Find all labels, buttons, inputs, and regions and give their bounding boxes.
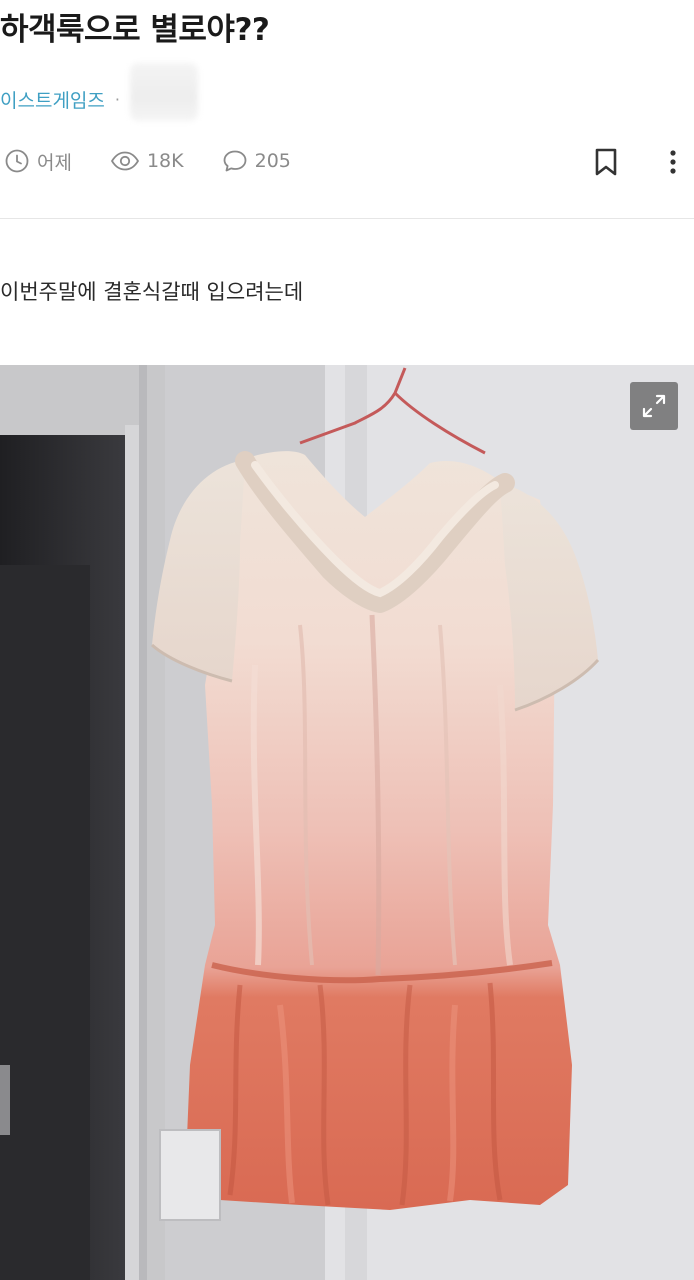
post-body-text: 이번주말에 결혼식갈때 입으려는데	[0, 280, 304, 304]
post-photo[interactable]	[0, 365, 694, 1280]
post-views: 18K	[110, 148, 184, 174]
post-meta: 어제 18K 205	[0, 144, 694, 178]
post-time-text: 어제	[37, 151, 72, 174]
author-name[interactable]: 이스트게임즈	[0, 86, 105, 113]
header-divider	[0, 218, 694, 219]
bookmark-button[interactable]	[592, 147, 620, 177]
author-avatar-blurred	[129, 63, 198, 121]
eye-icon	[111, 151, 139, 171]
bookmark-icon	[595, 148, 617, 176]
post-title: 하객룩으로 별로야??	[0, 12, 270, 48]
clock-icon	[5, 149, 29, 173]
author-separator: ·	[114, 89, 120, 109]
author-row: 이스트게임즈 ·	[0, 63, 198, 121]
more-options-button[interactable]	[658, 147, 688, 177]
comment-bubble-icon	[223, 150, 247, 172]
more-vertical-icon	[670, 150, 676, 174]
expand-image-button[interactable]	[630, 382, 678, 430]
post-time: 어제	[4, 148, 72, 175]
post-comments[interactable]: 205	[222, 148, 291, 174]
post-comments-count: 205	[254, 150, 291, 172]
expand-icon	[642, 394, 666, 418]
dress-photo	[0, 365, 694, 1280]
post-views-count: 18K	[146, 150, 184, 172]
post-page: 하객룩으로 별로야?? 이스트게임즈 · 어제 18K 205 이번주말에 결혼…	[0, 0, 694, 1280]
